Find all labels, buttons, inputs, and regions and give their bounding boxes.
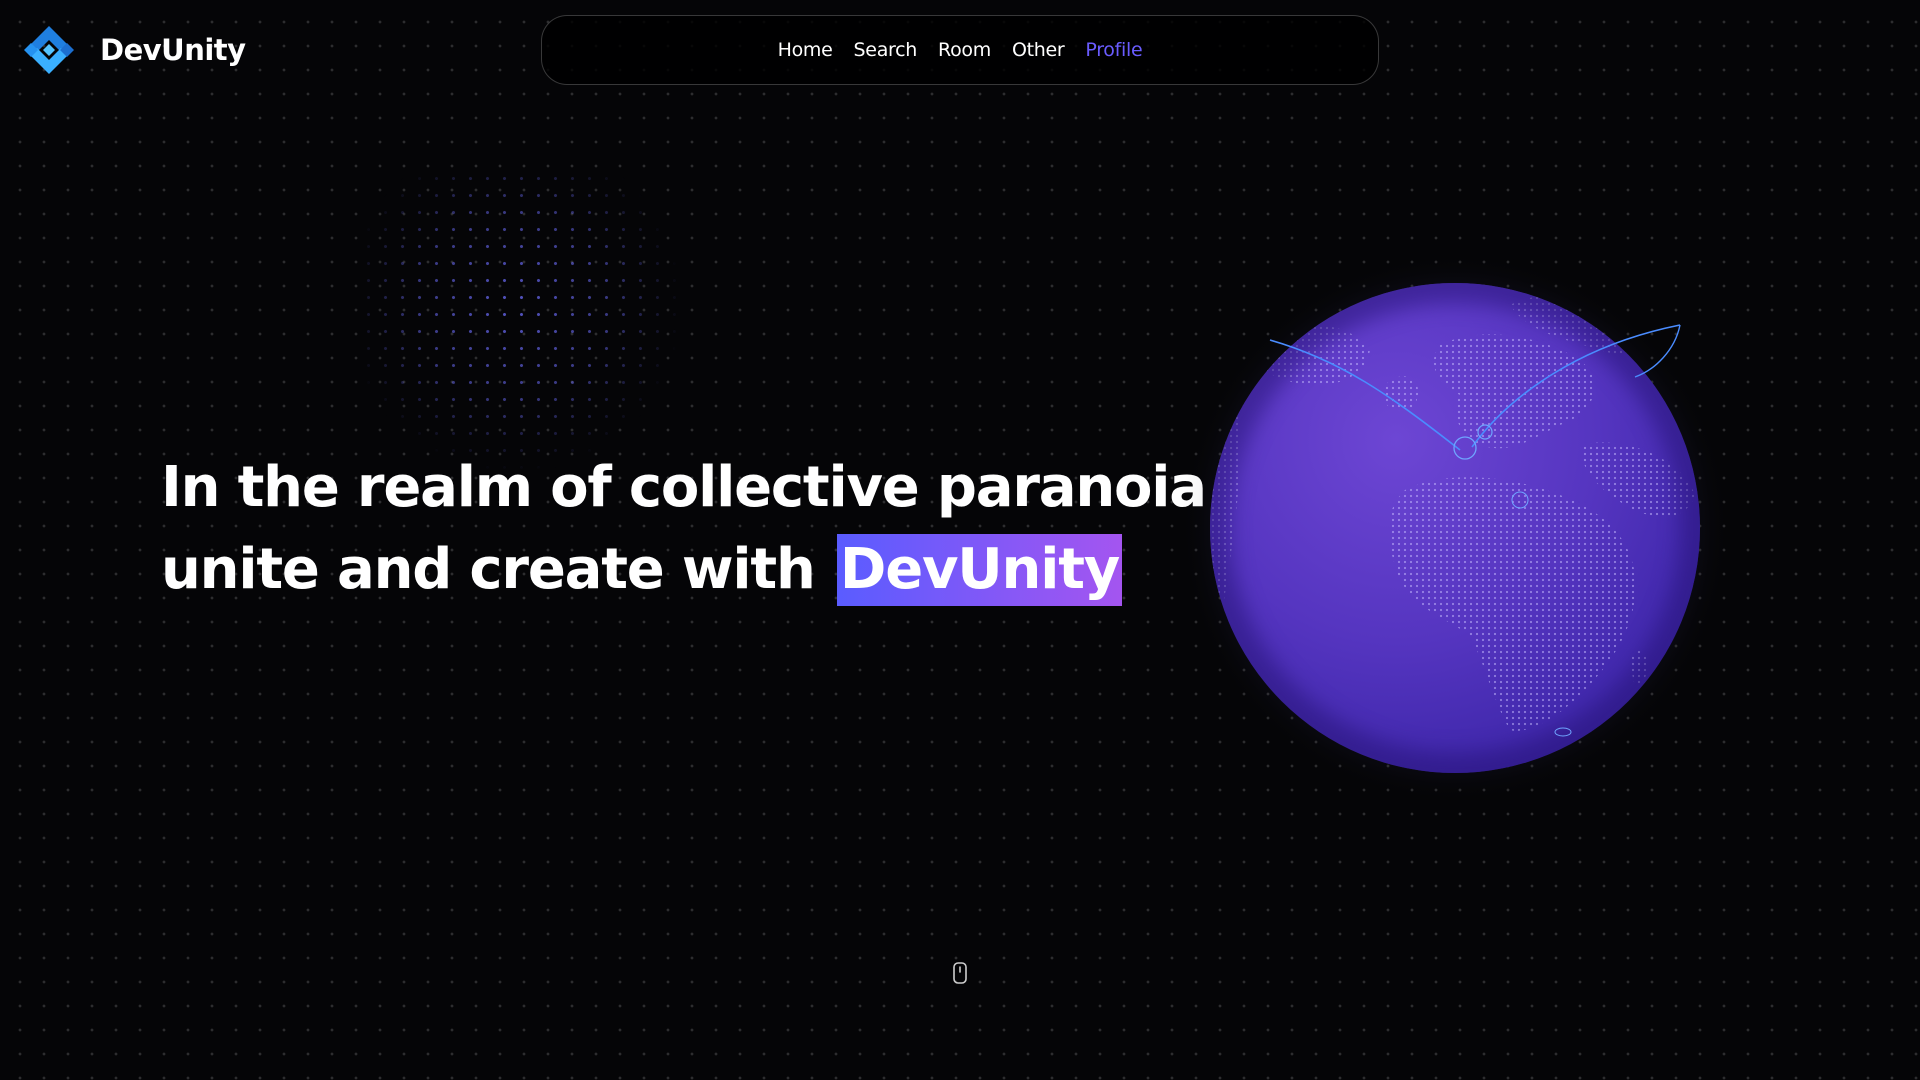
- diamond-code-icon: [24, 26, 74, 74]
- hero-highlight: DevUnity: [836, 534, 1123, 606]
- landing-page: DevUnity Home Search Room Other Profile …: [0, 0, 1920, 1080]
- dot-pattern-decoration: [360, 170, 680, 470]
- main-navigation: Home Search Room Other Profile: [541, 15, 1379, 85]
- hero-line-2-text: unite and create with: [161, 537, 816, 602]
- nav-item-other[interactable]: Other: [1012, 39, 1065, 61]
- nav-item-room[interactable]: Room: [938, 39, 991, 61]
- globe-visual: [1180, 253, 1730, 803]
- hero-line-1: In the realm of collective paranoia: [161, 455, 1207, 520]
- hero-line-2: unite and create with DevUnity: [161, 529, 1206, 611]
- nav-item-home[interactable]: Home: [778, 39, 833, 61]
- nav-item-search[interactable]: Search: [854, 39, 918, 61]
- brand-name: DevUnity: [100, 33, 246, 67]
- hero-headline: In the realm of collective paranoia unit…: [161, 447, 1207, 611]
- nav-item-profile[interactable]: Profile: [1085, 39, 1142, 61]
- mouse-scroll-icon[interactable]: [952, 962, 968, 984]
- brand-logo[interactable]: DevUnity: [24, 24, 246, 76]
- globe-icon: [1180, 253, 1730, 803]
